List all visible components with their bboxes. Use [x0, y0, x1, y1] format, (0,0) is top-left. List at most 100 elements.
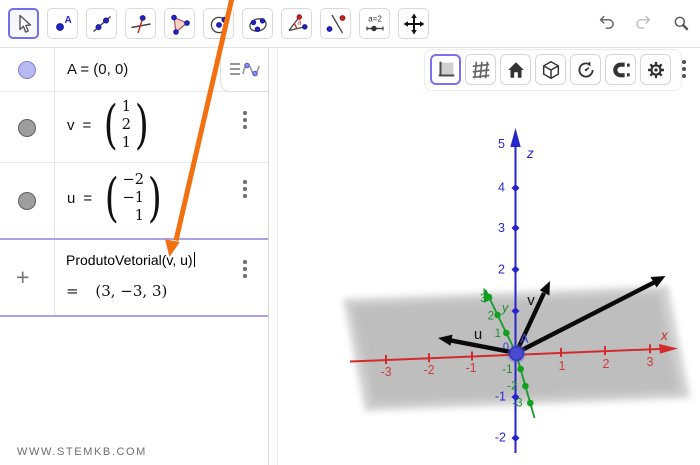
svg-text:-2: -2 — [423, 363, 434, 377]
svg-text:4: 4 — [498, 181, 505, 195]
graphics-view-3d: 5 4 3 2 -1 -2 z 0 -3 -2 -1 — [278, 48, 700, 465]
polygon-icon — [168, 12, 192, 36]
algebra-input-row[interactable]: + ProdutoVetorial(v, u) = (3, −3, 3) — [0, 238, 268, 317]
view-direction-button[interactable] — [535, 54, 566, 85]
svg-text:-3: -3 — [380, 365, 391, 379]
svg-text:3: 3 — [498, 221, 505, 235]
svg-text:-1: -1 — [495, 390, 506, 404]
algebra-panel: A = (0, 0) v = ( 1 2 1 ) u = — [0, 48, 269, 465]
svg-text:2: 2 — [498, 263, 505, 277]
svg-text:1: 1 — [495, 328, 501, 340]
standard-view-button[interactable] — [500, 54, 531, 85]
add-expression-button[interactable]: + — [16, 264, 29, 291]
magnet-icon — [610, 59, 632, 81]
gear-icon — [645, 59, 667, 81]
axes-icon — [435, 59, 457, 81]
algebra-row-vector-u[interactable]: u = ( −2 −1 1 ) — [0, 163, 268, 238]
tool-reflect-button[interactable] — [320, 8, 351, 39]
show-grid-button[interactable] — [465, 54, 496, 85]
tool-move-cursor-button[interactable] — [8, 8, 39, 39]
visibility-toggle-vector-u[interactable] — [18, 192, 36, 210]
svg-text:2: 2 — [603, 357, 610, 371]
left-paren: ( — [104, 102, 118, 149]
svg-text:3: 3 — [480, 293, 486, 305]
geogebra-app: A — [0, 0, 700, 465]
grid-icon — [470, 59, 492, 81]
right-paren: ) — [148, 175, 162, 222]
svg-text:-2: -2 — [495, 431, 506, 445]
vector-v-x: 1 — [122, 98, 131, 116]
tool-angle-button[interactable]: a — [281, 8, 312, 39]
vector-u-entries: −2 −1 1 — [123, 171, 144, 225]
undo-button[interactable] — [592, 8, 622, 38]
tool-move-view-button[interactable] — [398, 8, 429, 39]
cube-icon — [540, 59, 562, 81]
show-axes-button[interactable] — [430, 54, 461, 85]
move-graphics-view-icon — [402, 12, 426, 36]
svg-text:2: 2 — [488, 311, 494, 323]
conic-through-points-icon — [246, 12, 270, 36]
search-icon — [672, 8, 690, 38]
vector-v-name: v — [67, 117, 75, 134]
tool-conic-button[interactable] — [242, 8, 273, 39]
expression-result: = (3, −3, 3) — [66, 282, 167, 300]
tool-circle-button[interactable] — [203, 8, 234, 39]
watermark: WWW.STEMKB.COM — [17, 446, 147, 458]
redo-icon — [634, 10, 652, 36]
home-icon — [505, 59, 527, 81]
svg-text:5: 5 — [498, 137, 505, 151]
vector-u-label: u — [474, 326, 482, 343]
input-row-menu-button[interactable] — [238, 258, 252, 280]
point-a-label: A — [520, 331, 529, 346]
perpendicular-line-icon — [129, 12, 153, 36]
svg-text:-3: -3 — [512, 398, 522, 410]
point-capturing-button[interactable] — [605, 54, 636, 85]
search-button[interactable] — [666, 8, 696, 38]
text-caret — [194, 252, 195, 267]
settings-button[interactable] — [640, 54, 671, 85]
move-cursor-icon — [12, 12, 36, 36]
restore-view-button[interactable] — [570, 54, 601, 85]
svg-text:1: 1 — [559, 359, 566, 373]
reflect-about-line-icon — [324, 12, 348, 36]
algebra-row-vector-v[interactable]: v = ( 1 2 1 ) — [0, 92, 268, 163]
point-icon: A — [51, 12, 75, 36]
tool-line-button[interactable] — [86, 8, 117, 39]
row-u-menu-button[interactable] — [238, 178, 252, 200]
equals-sign: = — [83, 190, 92, 207]
visibility-toggle-point-a[interactable] — [18, 61, 36, 79]
svg-text:a=2: a=2 — [368, 14, 382, 23]
point-a[interactable] — [507, 344, 526, 363]
svg-text:A: A — [64, 15, 71, 26]
svg-text:-1: -1 — [465, 361, 476, 375]
circle-center-point-icon — [207, 12, 231, 36]
redo-button[interactable] — [628, 8, 658, 38]
graphics-toolbar — [424, 49, 682, 91]
vector-v-label: v — [527, 292, 535, 309]
tool-point-button[interactable]: A — [47, 8, 78, 39]
result-equals: = — [66, 282, 79, 300]
equals-sign: = — [83, 117, 92, 134]
svg-text:3: 3 — [647, 355, 654, 369]
vector-v-entries: 1 2 1 — [122, 98, 131, 152]
row-v-menu-button[interactable] — [238, 109, 252, 131]
svg-text:-2: -2 — [507, 381, 517, 393]
vector-u-z: 1 — [135, 207, 144, 225]
cross-product-value: (3, −3, 3) — [95, 282, 167, 300]
vector-u-name: u — [67, 190, 75, 207]
visibility-toggle-vector-v[interactable] — [18, 119, 36, 137]
left-paren: ( — [105, 175, 119, 222]
angle-icon: a — [285, 12, 309, 36]
z-axis-label: z — [526, 146, 534, 161]
point-a-definition: A = (0, 0) — [67, 61, 128, 78]
tool-slider-button[interactable]: a=2 — [359, 8, 390, 39]
vector-u-x: −2 — [123, 171, 144, 189]
3d-scene-canvas[interactable]: 5 4 3 2 -1 -2 z 0 -3 -2 -1 — [278, 48, 700, 465]
algebra-style-button[interactable] — [220, 48, 268, 92]
tool-polygon-button[interactable] — [164, 8, 195, 39]
y-axis-label: y — [501, 301, 509, 315]
svg-text:a: a — [297, 19, 301, 26]
main-toolbar: A — [0, 0, 700, 48]
tool-perpendicular-line-button[interactable] — [125, 8, 156, 39]
expression-input[interactable]: ProdutoVetorial(v, u) — [66, 252, 195, 268]
